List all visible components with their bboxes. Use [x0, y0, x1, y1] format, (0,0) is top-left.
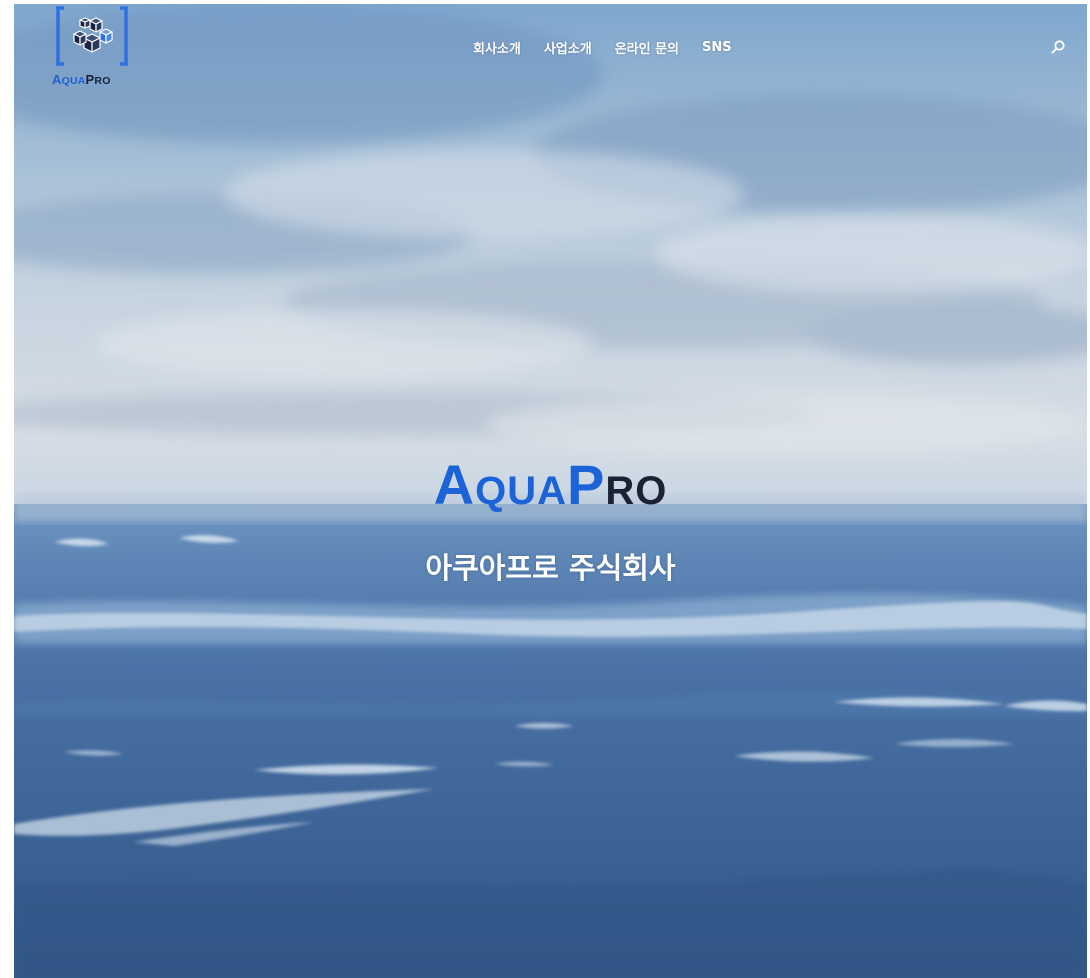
logo-wordmark: AQUAPRO — [52, 72, 111, 87]
hero-title-pro: PRO — [567, 453, 667, 516]
logo-letters-qua: QUA — [61, 75, 86, 87]
hero-letters-qua: QUA — [475, 469, 567, 513]
logo-letter-a: A — [52, 72, 62, 87]
hero-letter-a: A — [433, 453, 476, 516]
logo-word-aqua: AQUA — [52, 72, 86, 87]
logo-letters-ro: RO — [94, 75, 111, 87]
logo[interactable]: AQUAPRO — [50, 4, 134, 90]
hero-letters-ro: RO — [605, 469, 668, 513]
search-icon[interactable] — [1050, 39, 1066, 55]
hero-title: AQUAPRO — [14, 452, 1087, 524]
homepage: AQUAPRO 회사소개 사업소개 온라인 문의 SNS AQUAPRO 아쿠아… — [14, 4, 1087, 978]
nav-item-business[interactable]: 사업소개 — [544, 38, 592, 57]
hero-letter-p: P — [566, 453, 606, 516]
site-header: AQUAPRO 회사소개 사업소개 온라인 문의 SNS — [14, 4, 1087, 94]
cube-blocks-icon — [56, 6, 128, 66]
nav-item-company[interactable]: 회사소개 — [473, 38, 521, 57]
nav-item-online-inquiry[interactable]: 온라인 문의 — [615, 38, 679, 57]
hero-title-aqua: AQUA — [434, 453, 567, 516]
logo-word-pro: PRO — [86, 72, 111, 87]
nav-item-sns[interactable]: SNS — [702, 40, 732, 55]
main-navigation: 회사소개 사업소개 온라인 문의 SNS — [473, 36, 732, 58]
hero-subtitle: 아쿠아프로 주식회사 — [425, 551, 676, 585]
